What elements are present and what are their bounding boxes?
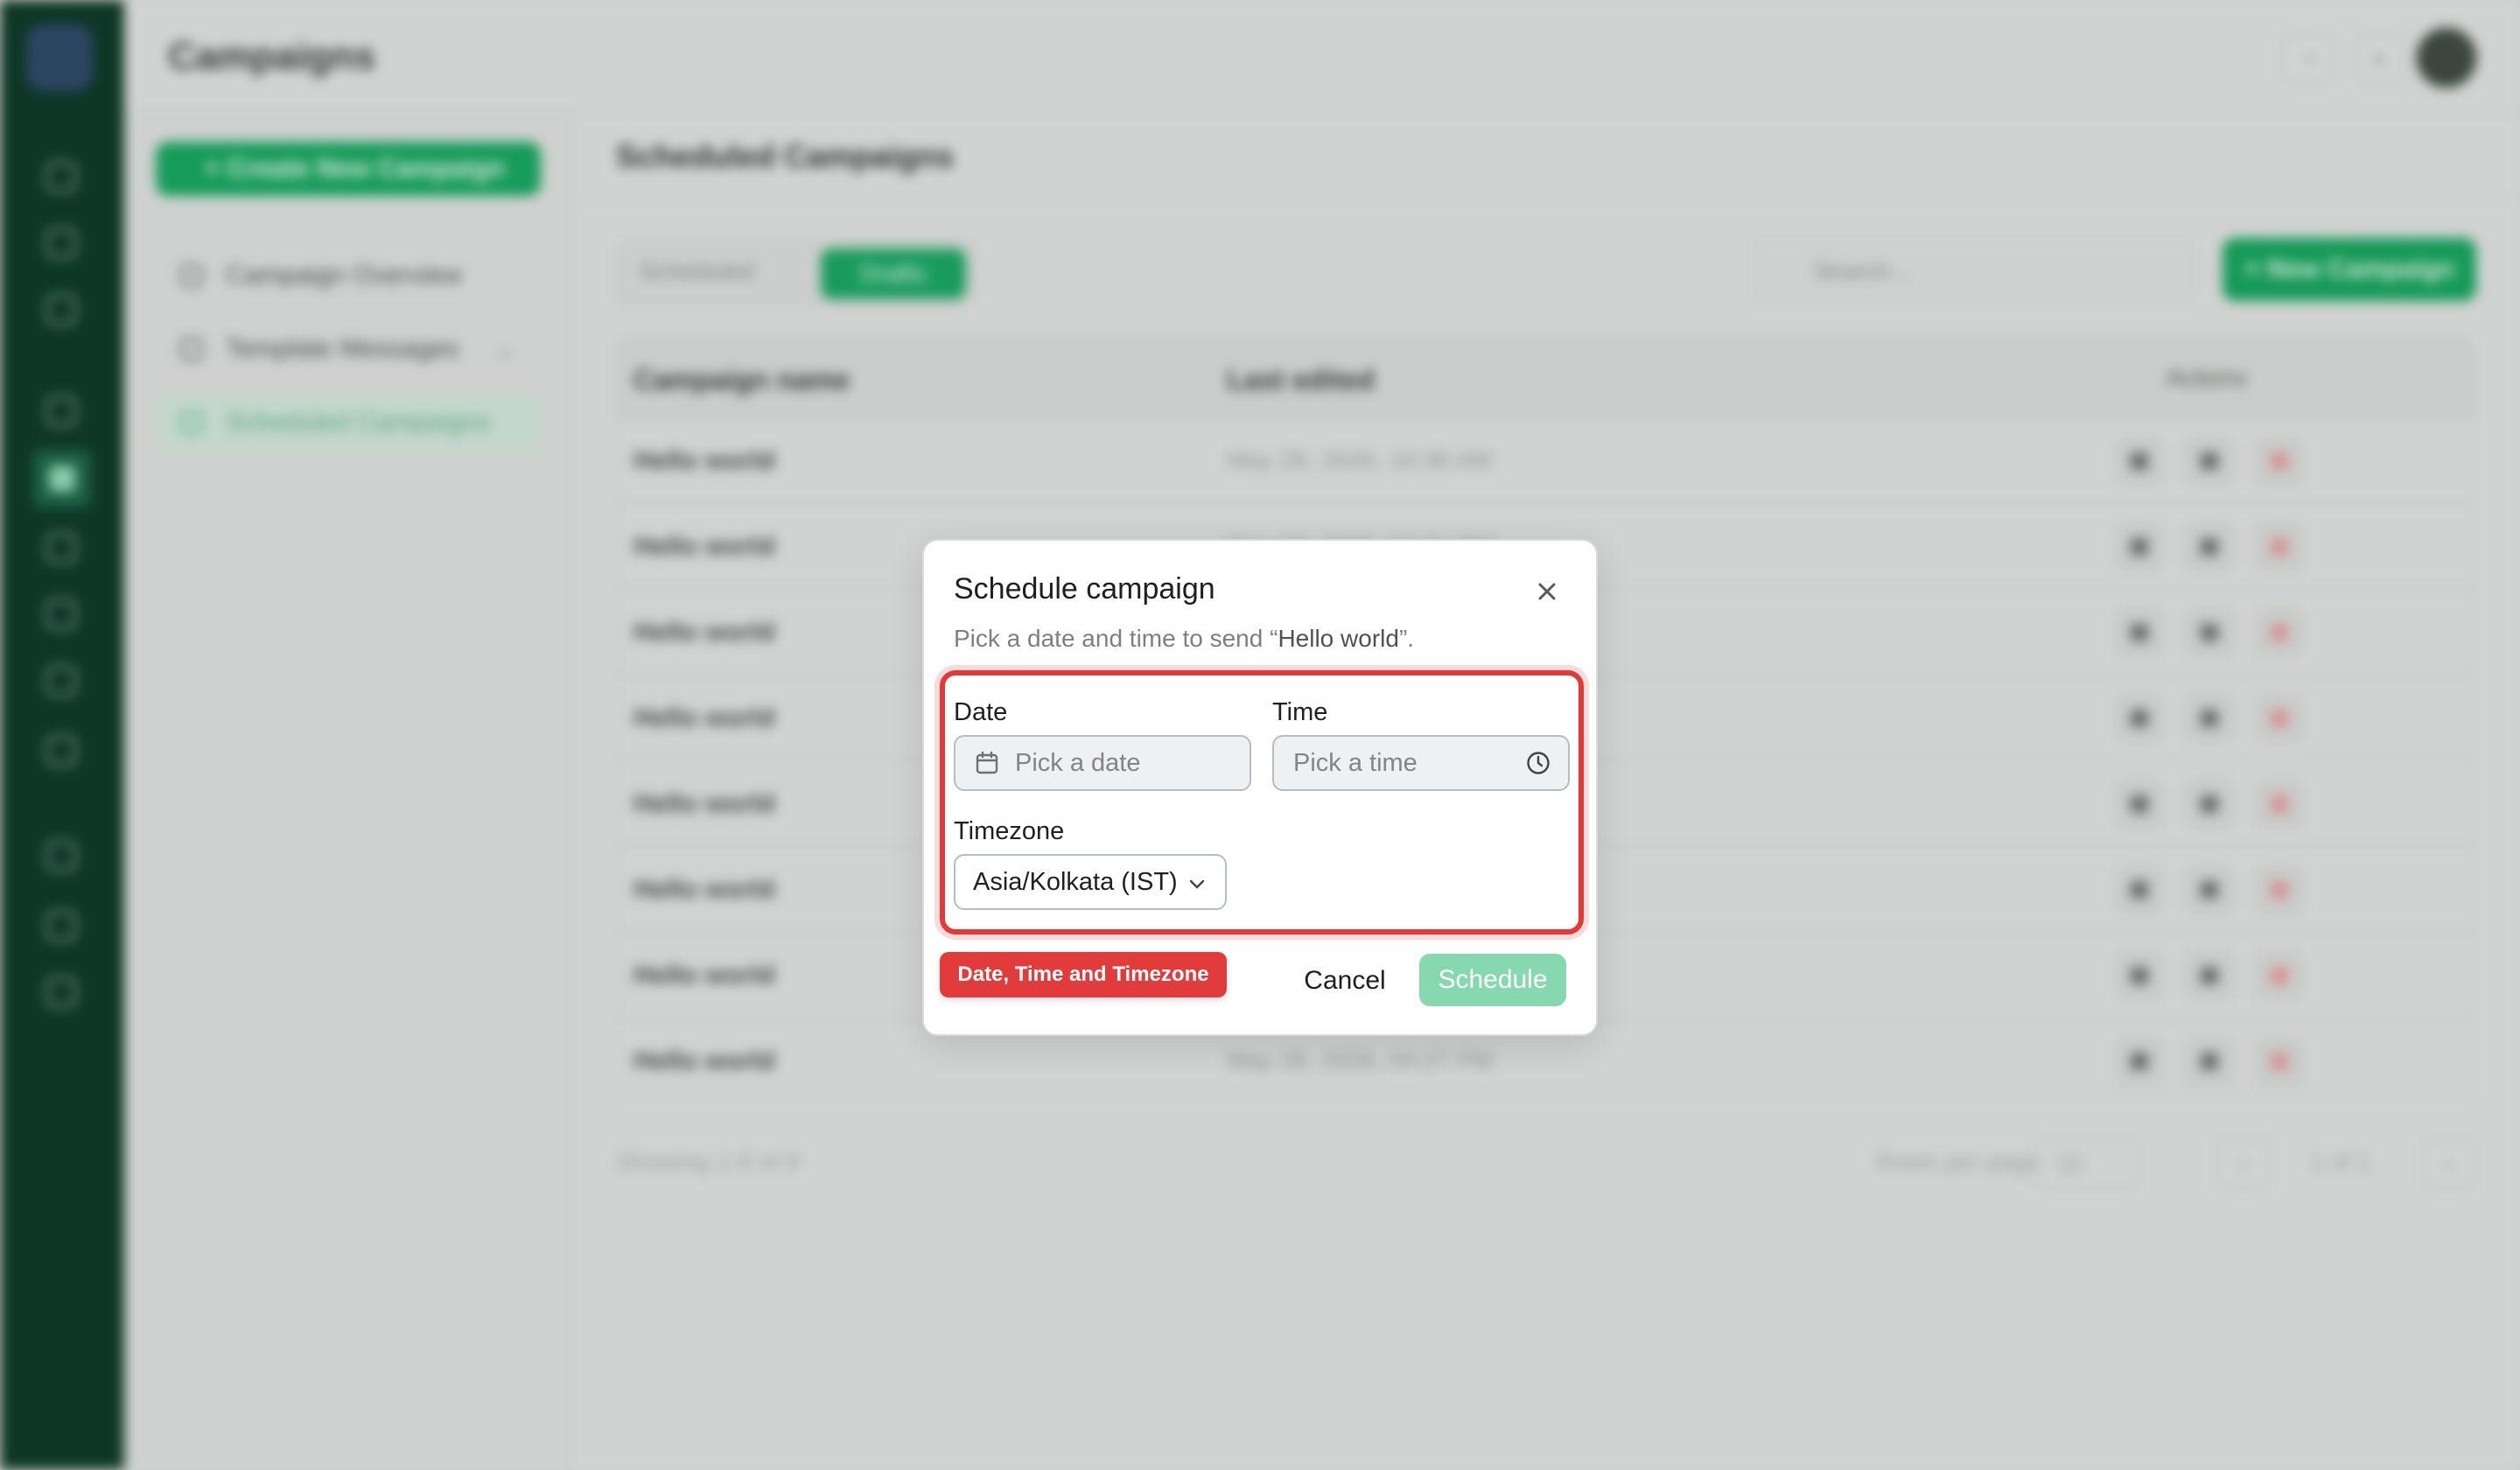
- desc-suffix: ”.: [1398, 625, 1415, 652]
- campaign-name-highlight: Hello world: [1278, 625, 1399, 652]
- schedule-campaign-dialog: Schedule campaign Pick a date and time t…: [922, 539, 1598, 1036]
- timezone-value: Asia/Kolkata (IST): [973, 868, 1178, 896]
- cancel-button[interactable]: Cancel: [1288, 956, 1402, 1006]
- date-placeholder: Pick a date: [1015, 749, 1141, 777]
- time-picker-field[interactable]: Pick a time: [1272, 735, 1570, 791]
- time-label: Time: [1272, 698, 1328, 726]
- date-picker-field[interactable]: Pick a date: [954, 735, 1251, 791]
- dialog-title: Schedule campaign: [954, 572, 1215, 606]
- close-icon-glyph: [1538, 583, 1556, 600]
- close-icon[interactable]: [1530, 574, 1564, 609]
- error-badge: Date, Time and Timezone: [940, 952, 1227, 998]
- time-placeholder: Pick a time: [1293, 749, 1418, 777]
- calendar-icon: [976, 751, 998, 774]
- date-label: Date: [954, 698, 1008, 726]
- timezone-select[interactable]: Asia/Kolkata (IST): [954, 854, 1227, 910]
- desc-prefix: Pick a date and time to send “: [954, 625, 1278, 652]
- clock-icon: [1527, 752, 1550, 774]
- dialog-description: Pick a date and time to send “Hello worl…: [954, 625, 1414, 653]
- schedule-button[interactable]: Schedule: [1419, 954, 1566, 1006]
- chevron-down-icon: [1189, 879, 1205, 889]
- timezone-label: Timezone: [954, 817, 1065, 845]
